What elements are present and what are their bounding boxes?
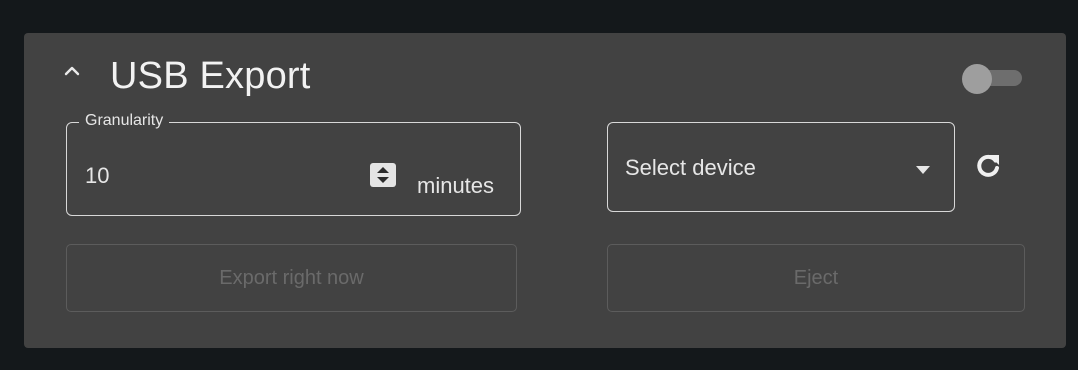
caret-down-icon [915, 162, 931, 174]
panel-title: USB Export [110, 55, 311, 97]
eject-button[interactable]: Eject [607, 244, 1025, 312]
granularity-field[interactable]: Granularity 10 minutes [66, 112, 521, 216]
granularity-label: Granularity [79, 112, 170, 130]
granularity-input[interactable]: 10 [85, 163, 109, 189]
toggle-knob [962, 64, 992, 94]
device-select[interactable]: Select device [607, 122, 955, 212]
granularity-unit: minutes [417, 173, 495, 198]
export-now-button[interactable]: Export right now [66, 244, 517, 312]
enable-toggle[interactable] [960, 63, 1026, 94]
usb-export-panel: USB Export Granularity 10 minutes Select… [24, 33, 1066, 348]
spinner-updown-icon[interactable] [370, 163, 396, 187]
chevron-up-icon[interactable] [62, 61, 82, 81]
panel-header[interactable]: USB Export [24, 33, 1066, 123]
refresh-icon[interactable] [974, 151, 1002, 181]
device-select-value: Select device [625, 155, 756, 180]
